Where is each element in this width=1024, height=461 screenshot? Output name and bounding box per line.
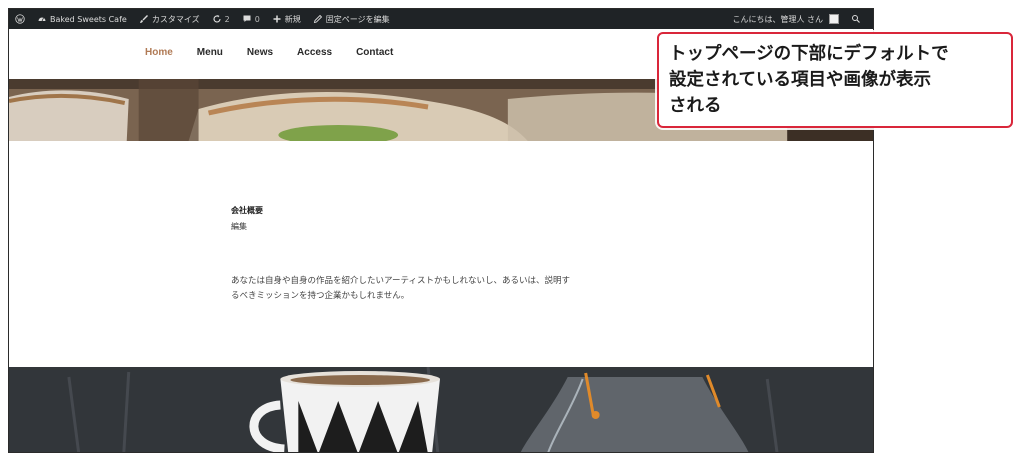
new-content-label: 新規	[284, 14, 301, 24]
wordpress-logo-icon	[15, 14, 25, 24]
nav-item-contact[interactable]: Contact	[356, 47, 393, 58]
greeting-label: こんにちは、管理人 さん	[732, 14, 823, 24]
dashboard-gauge-icon	[37, 14, 47, 24]
nav-item-access[interactable]: Access	[297, 47, 332, 58]
admin-bar-wp-menu[interactable]	[9, 9, 31, 29]
admin-bar-left: Baked Sweets Cafe カスタマイズ 2 0 新規 固定ページを編集	[9, 9, 396, 29]
page-content: 会社概要 編集 あなたは自身や自身の作品を紹介したいアーティストかもしれないし、…	[9, 141, 873, 367]
comments-count: 0	[254, 14, 260, 24]
admin-bar-new-content[interactable]: 新規	[266, 9, 307, 29]
updates-count: 2	[224, 14, 230, 24]
admin-bar-edit-page[interactable]: 固定ページを編集	[307, 9, 396, 29]
callout-line-1: トップページの下部にデフォルトで	[669, 44, 949, 64]
admin-bar-my-account[interactable]: こんにちは、管理人 さん	[726, 9, 845, 29]
search-icon	[851, 14, 861, 24]
edit-link[interactable]: 編集	[231, 221, 247, 232]
plus-icon	[272, 14, 282, 24]
callout-line-3: される	[669, 96, 722, 116]
footer-image	[9, 367, 873, 452]
admin-bar-search[interactable]	[845, 9, 867, 29]
update-refresh-icon	[212, 14, 222, 24]
nav-item-news[interactable]: News	[247, 47, 273, 58]
customize-label: カスタマイズ	[151, 14, 200, 24]
pencil-icon	[313, 14, 323, 24]
edit-page-label: 固定ページを編集	[325, 14, 390, 24]
admin-bar-comments[interactable]: 0	[236, 9, 266, 29]
callout-line-2: 設定されている項目や画像が表示	[669, 70, 931, 90]
wp-admin-bar: Baked Sweets Cafe カスタマイズ 2 0 新規 固定ページを編集…	[9, 9, 873, 29]
admin-bar-right: こんにちは、管理人 さん	[726, 9, 873, 29]
nav-item-home[interactable]: Home	[145, 47, 173, 58]
paintbrush-icon	[139, 14, 149, 24]
comment-bubble-icon	[242, 14, 252, 24]
admin-bar-customize[interactable]: カスタマイズ	[133, 9, 206, 29]
page-title: 会社概要	[231, 206, 263, 215]
admin-bar-updates[interactable]: 2	[206, 9, 236, 29]
site-name-label: Baked Sweets Cafe	[50, 14, 127, 24]
avatar	[829, 14, 839, 24]
page-body-text: あなたは自身や自身の作品を紹介したいアーティストかもしれないし、あるいは、説明す…	[231, 274, 661, 304]
body-line-1: あなたは自身や自身の作品を紹介したいアーティストかもしれないし、あるいは、説明す	[231, 276, 570, 286]
annotation-callout: トップページの下部にデフォルトで 設定されている項目や画像が表示 される	[657, 32, 1013, 128]
primary-menu: Home Menu News Access Contact	[145, 47, 393, 58]
admin-bar-site-name[interactable]: Baked Sweets Cafe	[31, 9, 133, 29]
body-line-2: るべきミッションを持つ企業かもしれません。	[231, 291, 410, 301]
nav-item-menu[interactable]: Menu	[197, 47, 223, 58]
